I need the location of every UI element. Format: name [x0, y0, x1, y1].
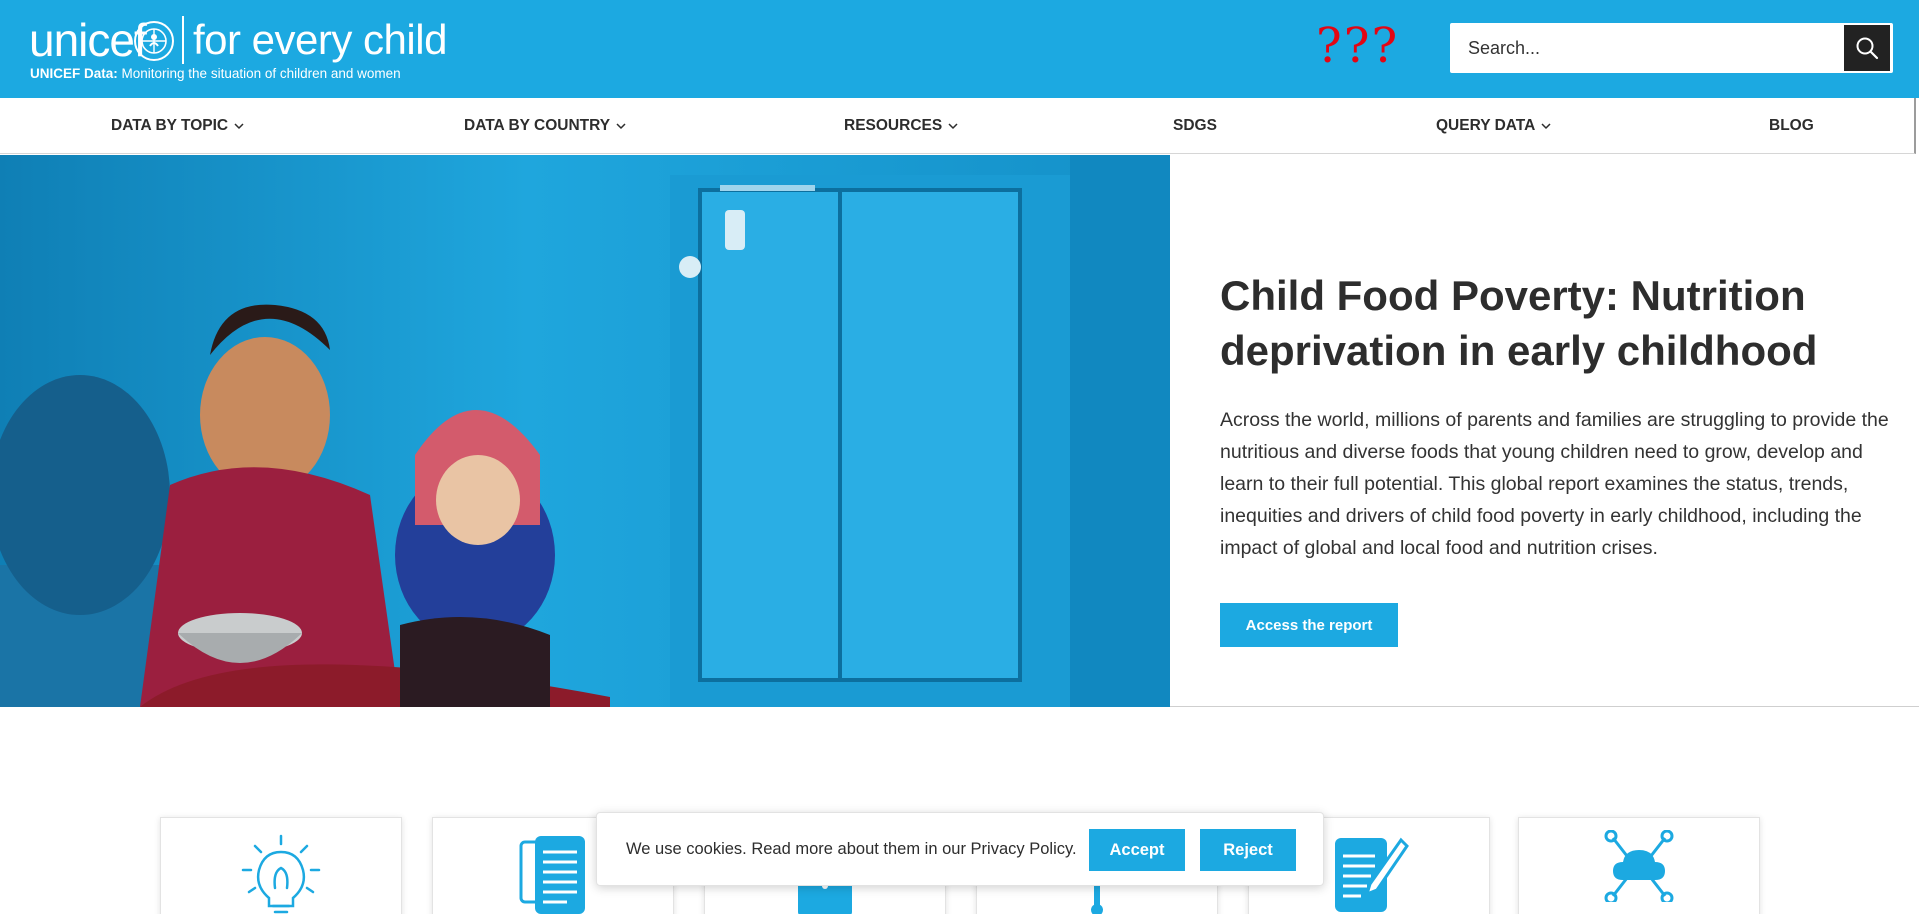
lightbulb-icon	[241, 834, 321, 914]
page: unicef for every child UNICEF Data: Moni…	[0, 0, 1919, 914]
logo-tagline: for every child	[193, 16, 447, 63]
unicef-logo[interactable]: unicef for every child UNICEF Data: Moni…	[29, 14, 449, 84]
nav-item-label: RESOURCES	[844, 117, 943, 134]
nav-item-label: QUERY DATA	[1436, 117, 1536, 134]
nav-item-label: SDGS	[1173, 117, 1217, 134]
site-header: unicef for every child UNICEF Data: Moni…	[0, 0, 1919, 98]
site-subtitle: UNICEF Data: Monitoring the situation of…	[30, 66, 401, 81]
hero-image	[0, 155, 1170, 707]
documents-icon	[519, 836, 585, 914]
site-subtitle-bold: UNICEF Data:	[30, 66, 118, 81]
nav-item-label: DATA BY TOPIC	[111, 117, 229, 134]
hero-description: Across the world, millions of parents an…	[1220, 409, 1889, 559]
topic-card-1[interactable]	[160, 817, 402, 914]
search-input[interactable]	[1450, 23, 1842, 73]
nav-item-query-data[interactable]: QUERY DATA	[1436, 98, 1551, 154]
cloud-network-icon	[1604, 830, 1674, 902]
logo-divider	[182, 16, 184, 64]
hero-divider	[1170, 706, 1919, 707]
nav-item-label: DATA BY COUNTRY	[464, 117, 611, 134]
nav-item-blog[interactable]: BLOG	[1769, 98, 1814, 154]
cookie-message: We use cookies. Read more about them in …	[626, 840, 1077, 858]
site-subtitle-rest: Monitoring the situation of children and…	[117, 66, 401, 81]
un-emblem-icon	[134, 21, 174, 61]
cookie-banner: We use cookies. Read more about them in …	[596, 812, 1324, 886]
search-button[interactable]	[1844, 25, 1890, 71]
placeholder-question-marks: ???	[1316, 18, 1400, 74]
logo-wordmark: unicef	[29, 14, 147, 66]
search-box	[1450, 23, 1893, 73]
access-report-button[interactable]: Access the report	[1220, 603, 1398, 647]
chevron-down-icon	[948, 123, 958, 130]
search-icon	[1856, 37, 1879, 60]
nav-item-data-by-country[interactable]: DATA BY COUNTRY	[464, 98, 626, 154]
main-nav: DATA BY TOPIC DATA BY COUNTRY RESOURCES …	[0, 98, 1916, 154]
nav-item-sdgs[interactable]: SDGS	[1173, 98, 1217, 154]
chevron-down-icon	[234, 123, 244, 130]
nav-item-data-by-topic[interactable]: DATA BY TOPIC	[111, 98, 244, 154]
cookie-accept-button[interactable]: Accept	[1089, 829, 1185, 871]
chevron-down-icon	[616, 123, 626, 130]
hero-title: Child Food Poverty: Nutrition deprivatio…	[1220, 272, 1818, 374]
nav-item-resources[interactable]: RESOURCES	[844, 98, 958, 154]
chevron-down-icon	[1541, 123, 1551, 130]
hero-photo-illustration	[0, 155, 1170, 707]
nav-item-label: BLOG	[1769, 117, 1814, 134]
hero-text-block: Child Food Poverty: Nutrition deprivatio…	[1220, 268, 1910, 564]
document-pencil-icon	[1335, 837, 1409, 912]
topic-card-6[interactable]	[1518, 817, 1760, 914]
cookie-reject-button[interactable]: Reject	[1200, 829, 1296, 871]
